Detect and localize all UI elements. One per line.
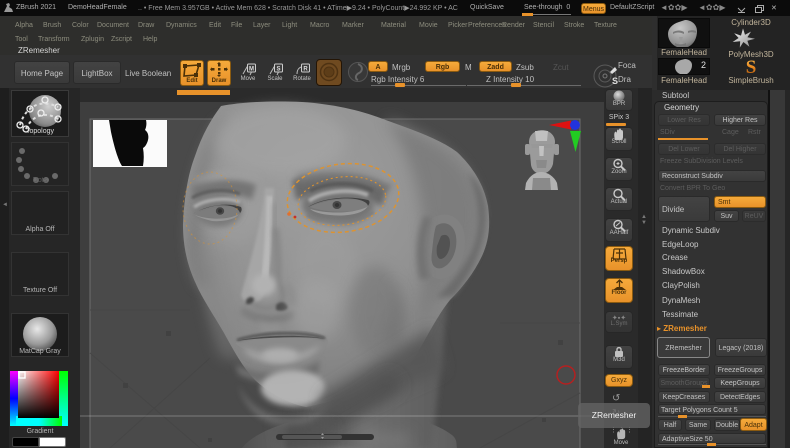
svg-text:R: R xyxy=(303,67,308,73)
svg-text:S: S xyxy=(276,67,280,73)
svg-text:S: S xyxy=(746,58,757,75)
svg-text:M: M xyxy=(249,67,254,73)
